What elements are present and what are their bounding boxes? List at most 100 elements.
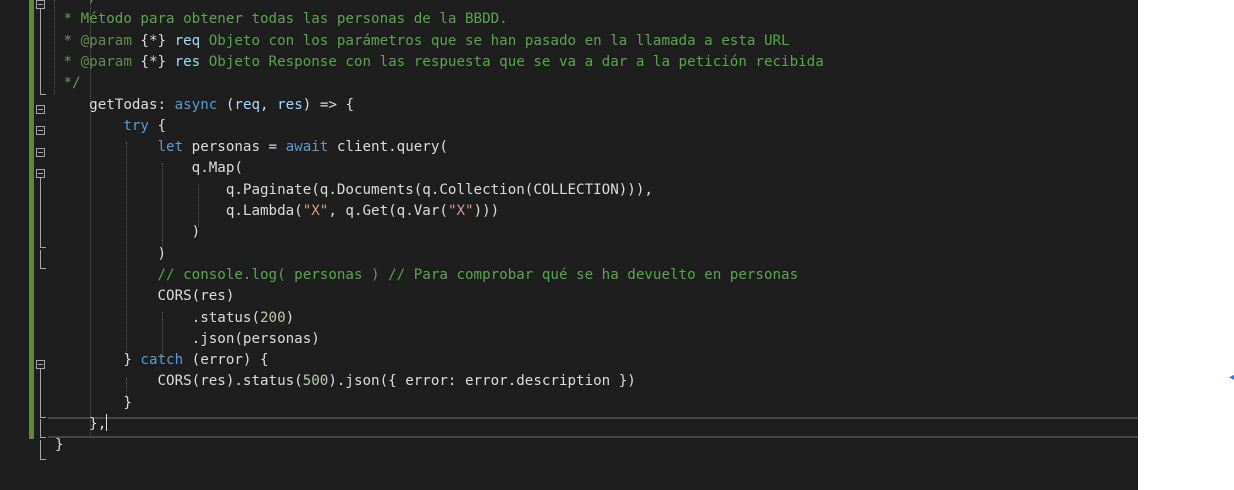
code-token: ).json({ error: error.description }) (328, 373, 636, 390)
outline-end (40, 417, 46, 418)
code-token: Objeto Response con las respuesta que se… (200, 53, 824, 70)
code-line[interactable]: .json(personas) (55, 329, 320, 350)
code-token: .status( (55, 309, 260, 326)
outline-end (40, 268, 46, 269)
collapse-query-icon[interactable] (36, 148, 45, 157)
code-token: "X" (302, 203, 329, 219)
collapse-gettodas-icon[interactable] (36, 105, 45, 114)
code-token: async (174, 96, 218, 113)
text-cursor (106, 414, 108, 431)
code-token: { (148, 117, 167, 134)
code-line[interactable]: * Método para obtener todas las personas… (55, 9, 508, 30)
code-line[interactable]: .status(200) (55, 308, 295, 329)
code-token: * (55, 32, 81, 49)
outline-end (40, 459, 46, 460)
code-token: let (157, 139, 184, 156)
code-token: (error) { (183, 352, 269, 369)
code-line[interactable]: /** (55, 0, 115, 9)
collapse-comment-icon[interactable] (36, 0, 45, 9)
outline-end (40, 247, 46, 248)
code-token: /** (89, 0, 115, 6)
code-token: @param (80, 32, 132, 49)
code-token: q.Paginate(q.Documents(q.Collection(COLL… (55, 181, 653, 198)
code-token: try (123, 117, 149, 134)
code-line[interactable]: try { (55, 116, 166, 137)
code-token: */ (55, 75, 81, 92)
code-token: ) (55, 224, 201, 241)
outline-line (40, 419, 41, 437)
code-line[interactable]: CORS(res) (55, 286, 234, 307)
code-token: , (260, 96, 278, 113)
code-line[interactable]: } (55, 393, 132, 414)
code-token: ))) (473, 203, 500, 219)
code-token: } (55, 352, 141, 369)
code-token: } (55, 394, 132, 411)
code-line[interactable]: * @param {*} req Objeto con los parámetr… (55, 31, 790, 52)
code-token: await (285, 139, 329, 156)
code-line[interactable]: } catch (error) { (55, 350, 269, 371)
outline-line (40, 440, 41, 460)
code-token: 200 (260, 309, 286, 326)
code-line[interactable]: q.Lambda("X", q.Get(q.Var("X"))) (55, 201, 499, 222)
code-line[interactable]: ) (55, 244, 166, 265)
code-line[interactable]: q.Map( (55, 158, 243, 179)
current-line-highlight (48, 417, 1138, 438)
collapse-map-icon[interactable] (36, 169, 45, 178)
code-token: {*} (131, 53, 175, 70)
code-token: res (174, 53, 201, 70)
code-token: } (55, 437, 64, 454)
code-token: , q.Get(q.Var( (328, 203, 448, 219)
code-token: req (234, 96, 261, 113)
code-token: req (174, 32, 201, 49)
code-token: q.Lambda( (55, 203, 303, 219)
code-line[interactable]: * @param {*} res Objeto Response con las… (55, 52, 824, 73)
editor-margin (0, 0, 48, 490)
code-token: * (55, 53, 81, 70)
code-token: Objeto con los parámetros que se han pas… (200, 32, 790, 49)
outline-line (40, 178, 41, 247)
code-token: @param (80, 53, 132, 70)
code-token: ( (217, 96, 235, 113)
outline-end (40, 94, 46, 95)
code-token: : (157, 96, 175, 113)
code-token: .json(personas) (55, 330, 320, 347)
code-token: {*} (131, 32, 175, 49)
code-token: res (277, 96, 303, 113)
outline-end (40, 437, 46, 438)
outline-line (40, 250, 41, 268)
code-editor[interactable]: /** * Método para obtener todas las pers… (0, 0, 1138, 490)
code-token: ) (285, 309, 295, 326)
code-line[interactable]: // console.log( personas ) // Para compr… (55, 265, 799, 286)
code-token: ) (55, 245, 167, 262)
caret-left-icon: ◂ (1229, 372, 1234, 383)
code-token: // console.log( personas ) // Para compr… (157, 266, 799, 283)
code-line[interactable]: } (55, 435, 64, 456)
change-marker (29, 0, 34, 439)
code-token: q.Map( (55, 160, 243, 177)
code-line[interactable]: getTodas: async (req, res) => { (55, 95, 354, 116)
code-line[interactable]: ) (55, 222, 201, 243)
code-line[interactable]: CORS(res).status(500).json({ error: erro… (55, 371, 636, 392)
code-line[interactable]: q.Paginate(q.Documents(q.Collection(COLL… (55, 180, 653, 201)
code-token: 500 (302, 373, 329, 390)
code-token: catch (140, 352, 184, 369)
outline-line (40, 9, 41, 94)
code-token: * Método para obtener todas las personas… (55, 11, 508, 28)
code-token: client.query( (328, 139, 448, 156)
collapse-catch-icon[interactable] (36, 360, 45, 369)
code-token: CORS(res) (55, 288, 235, 305)
code-token: }, (55, 416, 107, 432)
code-line[interactable]: }, (55, 414, 108, 435)
code-line[interactable]: let personas = await client.query( (55, 137, 448, 158)
collapse-try-icon[interactable] (36, 126, 45, 135)
code-line[interactable]: */ (55, 73, 81, 94)
outline-line (40, 369, 41, 417)
code-token: personas = (183, 139, 286, 156)
code-token: CORS(res).status( (55, 373, 303, 390)
code-token: getTodas (55, 96, 158, 113)
code-token: ) => { (302, 96, 354, 113)
